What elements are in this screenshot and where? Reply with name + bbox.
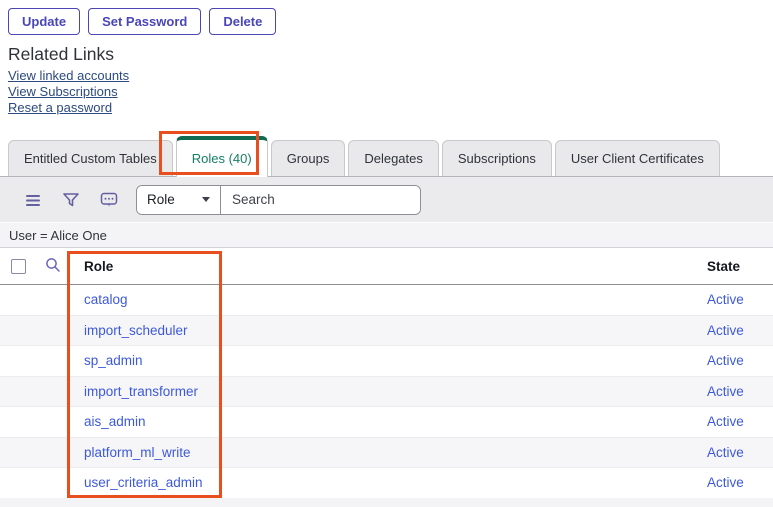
table-row: ais_admin Active: [0, 407, 773, 438]
column-header-state[interactable]: State: [707, 259, 773, 274]
role-link[interactable]: catalog: [84, 292, 128, 307]
roles-table: Role State catalog Active import_schedul…: [0, 249, 773, 499]
search-column-select[interactable]: Role: [137, 186, 221, 214]
comments-button[interactable]: [90, 184, 128, 216]
role-link[interactable]: ais_admin: [84, 414, 146, 429]
state-link[interactable]: Active: [707, 475, 744, 490]
state-link[interactable]: Active: [707, 445, 744, 460]
update-button[interactable]: Update: [8, 8, 80, 35]
reset-a-password-link[interactable]: Reset a password: [8, 101, 129, 114]
tab-delegates[interactable]: Delegates: [348, 140, 439, 176]
tab-entitled-custom-tables[interactable]: Entitled Custom Tables: [8, 140, 173, 176]
view-subscriptions-link[interactable]: View Subscriptions: [8, 85, 129, 98]
filter-button[interactable]: [52, 184, 90, 216]
comments-icon: [100, 192, 118, 208]
list-controls-icon: [25, 193, 41, 207]
role-link[interactable]: import_transformer: [84, 384, 198, 399]
delete-button[interactable]: Delete: [209, 8, 276, 35]
user-record-related-lists-screen: Update Set Password Delete Related Links…: [0, 0, 773, 507]
set-password-button[interactable]: Set Password: [88, 8, 201, 35]
role-link[interactable]: sp_admin: [84, 353, 143, 368]
table-row: sp_admin Active: [0, 346, 773, 377]
table-row: import_transformer Active: [0, 377, 773, 408]
list-controls-button[interactable]: [14, 184, 52, 216]
column-header-role[interactable]: Role: [70, 259, 707, 274]
table-header-row: Role State: [0, 249, 773, 285]
select-all-checkbox[interactable]: [11, 259, 26, 274]
tab-roles[interactable]: Roles (40): [176, 136, 268, 177]
search-icon: [45, 257, 61, 276]
next-row-stripe: [0, 498, 773, 507]
state-link[interactable]: Active: [707, 414, 744, 429]
role-link[interactable]: user_criteria_admin: [84, 475, 203, 490]
tab-user-client-certificates[interactable]: User Client Certificates: [555, 140, 720, 176]
related-links-title: Related Links: [8, 44, 114, 65]
tab-groups[interactable]: Groups: [271, 140, 346, 176]
role-link[interactable]: platform_ml_write: [84, 445, 191, 460]
chevron-down-icon: [202, 197, 210, 202]
filter-icon: [62, 192, 80, 208]
tab-subscriptions[interactable]: Subscriptions: [442, 140, 552, 176]
search-column-value: Role: [147, 192, 175, 207]
list-search-input[interactable]: [221, 186, 420, 214]
breadcrumb[interactable]: User = Alice One: [9, 228, 107, 243]
view-linked-accounts-link[interactable]: View linked accounts: [8, 69, 129, 82]
breadcrumb-row: User = Alice One: [0, 223, 773, 248]
column-search-toggle[interactable]: [36, 257, 70, 276]
table-row: platform_ml_write Active: [0, 438, 773, 469]
related-links-list: View linked accounts View Subscriptions …: [8, 69, 129, 114]
list-search-combo: Role: [136, 185, 421, 215]
table-row: user_criteria_admin Active: [0, 468, 773, 499]
state-link[interactable]: Active: [707, 323, 744, 338]
state-link[interactable]: Active: [707, 384, 744, 399]
table-row: import_scheduler Active: [0, 316, 773, 347]
state-link[interactable]: Active: [707, 353, 744, 368]
table-row: catalog Active: [0, 285, 773, 316]
state-link[interactable]: Active: [707, 292, 744, 307]
role-link[interactable]: import_scheduler: [84, 323, 188, 338]
related-lists-tabbar: Entitled Custom Tables Roles (40) Groups…: [0, 136, 773, 177]
list-toolbar: Role: [0, 177, 773, 223]
form-actions: Update Set Password Delete: [8, 8, 276, 35]
